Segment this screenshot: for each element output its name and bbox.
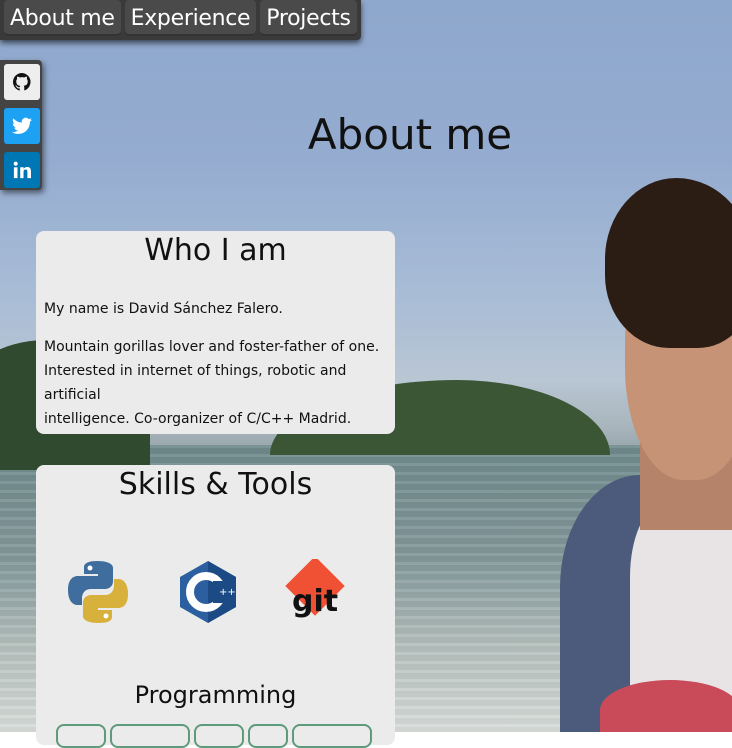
social-links (0, 60, 42, 190)
who-i-am-heading: Who I am (144, 233, 287, 268)
nav-label: Experience (130, 5, 251, 31)
linkedin-link[interactable] (4, 152, 40, 188)
cpp-logo: ++ (173, 557, 243, 627)
linkedin-icon (13, 161, 31, 179)
skills-tools-card: Skills & Tools ++ git Programming (36, 465, 395, 748)
skill-tag (248, 724, 288, 748)
nav-projects[interactable]: Projects (260, 0, 357, 36)
bio-name: My name is David Sánchez Falero. (44, 301, 283, 317)
bio-line: Interested in internet of things, roboti… (44, 363, 347, 403)
nav-label: About me (10, 5, 115, 31)
twitter-link[interactable] (4, 108, 40, 144)
git-logo-text: git (292, 584, 338, 619)
nav-label: Projects (266, 5, 351, 31)
nav-about-me[interactable]: About me (4, 0, 121, 36)
bio-line: Mountain gorillas lover and foster-fathe… (44, 339, 380, 355)
skill-tags (56, 724, 372, 748)
twitter-icon (12, 117, 32, 134)
git-logo: git (280, 557, 350, 627)
programming-heading: Programming (134, 681, 297, 709)
python-logo (63, 557, 133, 627)
skill-tag (56, 724, 106, 748)
github-link[interactable] (4, 64, 40, 100)
page-title: About me (307, 110, 513, 159)
github-icon (13, 73, 31, 91)
bio-line: intelligence. Co-organizer of C/C++ Madr… (44, 411, 352, 427)
skill-tag (194, 724, 244, 748)
who-i-am-card: Who I am My name is David Sánchez Falero… (36, 231, 395, 434)
skill-tag (292, 724, 372, 748)
svg-text:++: ++ (219, 587, 236, 598)
nav-experience[interactable]: Experience (124, 0, 257, 36)
skill-logos: ++ git (36, 557, 395, 627)
top-navigation: About me Experience Projects (0, 0, 361, 40)
skill-tag (110, 724, 190, 748)
skills-heading: Skills & Tools (118, 467, 313, 502)
shirt-stripe (600, 680, 732, 732)
person-hair (605, 178, 732, 348)
